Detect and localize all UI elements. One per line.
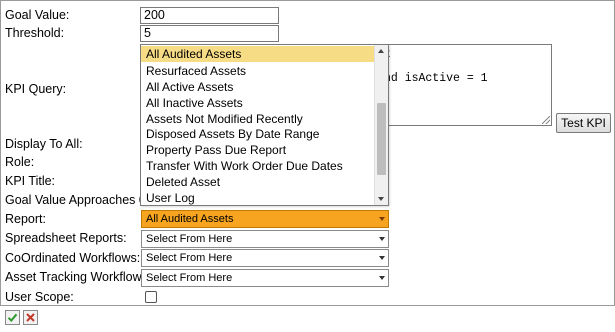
- asset-tracking-workflows-label: Asset Tracking Workflows:: [5, 270, 152, 284]
- asset-tracking-workflows-select[interactable]: Select From Here: [141, 269, 389, 287]
- scroll-up-icon[interactable]: [378, 49, 384, 53]
- report-select-value: All Audited Assets: [146, 213, 234, 225]
- threshold-input[interactable]: 5: [140, 25, 279, 42]
- dropdown-option[interactable]: Resurfaced Assets: [141, 63, 379, 79]
- test-kpi-button[interactable]: Test KPI: [556, 113, 611, 133]
- dropdown-option[interactable]: Assets Not Modified Recently: [141, 111, 379, 127]
- chevron-down-icon: [379, 217, 385, 221]
- dropdown-option[interactable]: User Log: [141, 190, 379, 206]
- save-button[interactable]: [5, 310, 20, 325]
- user-scope-label: User Scope:: [5, 290, 74, 304]
- goal-value-input[interactable]: 200: [140, 7, 279, 24]
- bottom-toolbar: [0, 305, 615, 332]
- role-label: Role:: [5, 155, 35, 169]
- report-label: Report:: [5, 212, 46, 226]
- coordinated-workflows-select[interactable]: Select From Here: [141, 249, 389, 267]
- dropdown-option[interactable]: Disposed Assets By Date Range: [141, 126, 379, 142]
- report-dropdown-list[interactable]: All Audited Assets Resurfaced Assets All…: [140, 44, 389, 206]
- report-select[interactable]: All Audited Assets: [141, 210, 389, 228]
- coordinated-workflows-value: Select From Here: [146, 252, 233, 264]
- dropdown-option[interactable]: Property Pass Due Report: [141, 142, 379, 158]
- chevron-down-icon: [379, 256, 385, 260]
- chevron-down-icon: [379, 276, 385, 280]
- dropdown-scrollbar[interactable]: [374, 45, 388, 205]
- threshold-label: Threshold:: [5, 26, 65, 40]
- dropdown-option[interactable]: All Audited Assets: [141, 46, 379, 62]
- spreadsheet-reports-label: Spreadsheet Reports:: [5, 231, 127, 245]
- resize-handle[interactable]: [542, 116, 550, 124]
- user-scope-checkbox[interactable]: [145, 291, 157, 303]
- close-icon: [26, 313, 35, 322]
- kpi-title-label: KPI Title:: [5, 174, 56, 188]
- coordinated-workflows-label: CoOrdinated Workflows:: [5, 251, 141, 265]
- scroll-down-icon[interactable]: [378, 197, 384, 201]
- dropdown-option[interactable]: All Active Assets: [141, 79, 379, 95]
- kpi-query-label: KPI Query:: [5, 82, 67, 96]
- dropdown-option[interactable]: All Inactive Assets: [141, 95, 379, 111]
- cancel-button[interactable]: [23, 310, 38, 325]
- display-to-all-label: Display To All:: [5, 137, 83, 151]
- check-icon: [7, 313, 18, 322]
- chevron-down-icon: [379, 237, 385, 241]
- dropdown-option[interactable]: Deleted Asset: [141, 174, 379, 190]
- spreadsheet-reports-value: Select From Here: [146, 233, 233, 245]
- scrollbar-thumb[interactable]: [377, 103, 386, 175]
- asset-tracking-workflows-value: Select From Here: [146, 272, 233, 284]
- goal-value-approaches-label: Goal Value Approaches 0:: [5, 193, 150, 207]
- kpi-query-textarea[interactable]: t nd isActive = 1: [370, 44, 552, 126]
- dropdown-option[interactable]: Transfer With Work Order Due Dates: [141, 158, 379, 174]
- kpi-query-line-2: nd isActive = 1: [384, 72, 488, 85]
- spreadsheet-reports-select[interactable]: Select From Here: [141, 230, 389, 248]
- goal-value-label: Goal Value:: [5, 8, 70, 22]
